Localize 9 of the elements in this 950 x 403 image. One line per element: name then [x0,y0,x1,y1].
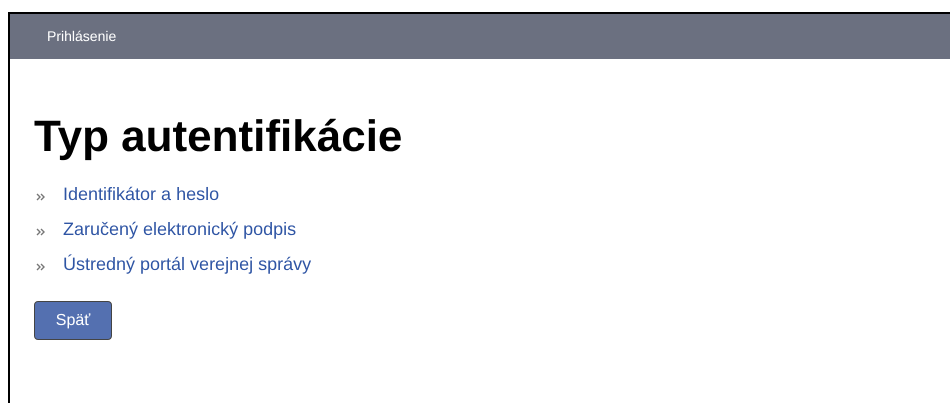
chevrons-icon [36,193,46,201]
auth-method-link[interactable]: Ústredný portál verejnej správy [63,252,312,277]
back-button[interactable]: Späť [34,301,112,340]
chevrons-icon [36,228,46,236]
chevrons-icon [36,263,46,271]
header-title: Prihlásenie [47,27,116,46]
page-heading: Typ autentifikácie [34,111,404,163]
auth-method-link[interactable]: Zaručený elektronický podpis [63,217,296,242]
auth-method-link[interactable]: Identifikátor a heslo [63,182,220,207]
